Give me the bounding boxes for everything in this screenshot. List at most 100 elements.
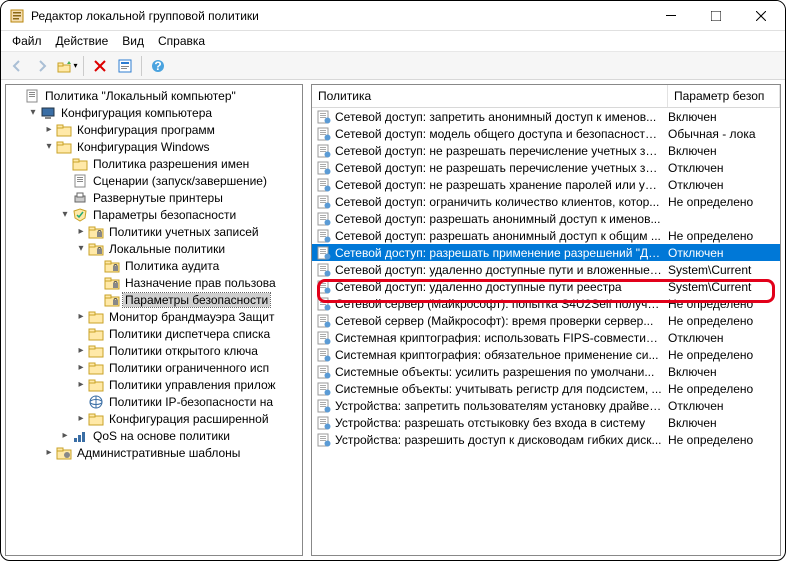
policy-list[interactable]: Сетевой доступ: запретить анонимный дост…: [312, 108, 780, 555]
policy-row[interactable]: Сетевой доступ: не разрешать перечислени…: [312, 159, 780, 176]
policy-row[interactable]: Устройства: разрешать отстыковку без вхо…: [312, 414, 780, 431]
policy-value: Отключен: [668, 178, 780, 192]
policy-tree[interactable]: Политика "Локальный компьютер" ▾ Конфигура…: [6, 85, 302, 555]
tree-item-label: Политики управления прилож: [107, 378, 278, 392]
expand-toggle-icon[interactable]: ▸: [74, 413, 88, 424]
expand-toggle-icon[interactable]: ▾: [74, 243, 88, 254]
expand-toggle-icon[interactable]: ▸: [74, 345, 88, 356]
close-button[interactable]: [738, 1, 783, 30]
toolbar-separator: [83, 56, 84, 76]
tree-item[interactable]: ▾ Конфигурация Windows: [6, 138, 302, 155]
menu-action[interactable]: Действие: [49, 32, 116, 50]
expand-toggle-icon[interactable]: ▾: [42, 141, 56, 152]
policy-row[interactable]: Сетевой сервер (Майкрософт): время прове…: [312, 312, 780, 329]
policy-name: Сетевой доступ: запретить анонимный дост…: [335, 110, 668, 124]
tree-item[interactable]: ▾Параметры безопасности: [6, 206, 302, 223]
tree-item[interactable]: ▾ Конфигурация компьютера: [6, 104, 302, 121]
policy-row[interactable]: Сетевой доступ: разрешать анонимный дост…: [312, 227, 780, 244]
tree-item[interactable]: ▸Политики учетных записей: [6, 223, 302, 240]
policy-row[interactable]: Устройства: разрешить доступ к дисковода…: [312, 431, 780, 448]
tree-item[interactable]: Назначение прав пользова: [6, 274, 302, 291]
tree-item[interactable]: ▸Конфигурация программ: [6, 121, 302, 138]
policy-icon: [316, 432, 332, 448]
policy-name: Системная криптография: использовать FIP…: [335, 331, 668, 345]
tree-item[interactable]: Политики диспетчера списка: [6, 325, 302, 342]
policy-value: Включен: [668, 365, 780, 379]
policy-icon: [316, 296, 332, 312]
column-value[interactable]: Параметр безоп: [668, 85, 780, 107]
policy-row[interactable]: Сетевой доступ: разрешать применение раз…: [312, 244, 780, 261]
minimize-button[interactable]: [648, 1, 693, 30]
tree-item[interactable]: ▸Конфигурация расширенной: [6, 410, 302, 427]
expand-toggle-icon[interactable]: ▸: [42, 447, 56, 458]
policy-icon: [316, 109, 332, 125]
expand-toggle-icon[interactable]: ▸: [74, 379, 88, 390]
tree-item-icon: [88, 224, 104, 240]
policy-row[interactable]: Сетевой сервер (Майкрософт): попытка S4U…: [312, 295, 780, 312]
policy-row[interactable]: Системные объекты: учитывать регистр для…: [312, 380, 780, 397]
tree-item[interactable]: Развернутые принтеры: [6, 189, 302, 206]
menu-help[interactable]: Справка: [151, 32, 212, 50]
tree-item-label: Конфигурация Windows: [75, 140, 212, 154]
tree-item[interactable]: Политика разрешения имен: [6, 155, 302, 172]
tree-item[interactable]: Политика "Локальный компьютер": [6, 87, 302, 104]
policy-row[interactable]: Сетевой доступ: удаленно доступные пути …: [312, 278, 780, 295]
list-pane: Политика Параметр безоп Сетевой доступ: …: [311, 84, 781, 556]
policy-row[interactable]: Сетевой доступ: модель общего доступа и …: [312, 125, 780, 142]
expand-toggle-icon[interactable]: ▾: [58, 209, 72, 220]
policy-row[interactable]: Сетевой доступ: запретить анонимный дост…: [312, 108, 780, 125]
policy-row[interactable]: Системные объекты: усилить разрешения по…: [312, 363, 780, 380]
policy-icon: [316, 245, 332, 261]
expand-toggle-icon[interactable]: ▸: [74, 311, 88, 322]
tree-item[interactable]: ▸Политики открытого ключа: [6, 342, 302, 359]
policy-row[interactable]: Сетевой доступ: ограничить количество кл…: [312, 193, 780, 210]
tree-item-icon: [72, 428, 88, 444]
policy-name: Системная криптография: обязательное при…: [335, 348, 668, 362]
delete-button[interactable]: [88, 54, 112, 78]
policy-row[interactable]: Сетевой доступ: разрешать анонимный дост…: [312, 210, 780, 227]
expand-toggle-icon[interactable]: ▾: [26, 107, 40, 118]
policy-value: Включен: [668, 110, 780, 124]
tree-item[interactable]: Сценарии (запуск/завершение): [6, 172, 302, 189]
client-area: Политика "Локальный компьютер" ▾ Конфигура…: [1, 80, 785, 560]
tree-item[interactable]: Параметры безопасности: [6, 291, 302, 308]
tree-item[interactable]: ▾Локальные политики: [6, 240, 302, 257]
policy-row[interactable]: Системная криптография: обязательное при…: [312, 346, 780, 363]
menu-view[interactable]: Вид: [115, 32, 151, 50]
menu-file[interactable]: Файл: [5, 32, 49, 50]
policy-value: Не определено: [668, 382, 780, 396]
tree-item[interactable]: Политики IP-безопасности на: [6, 393, 302, 410]
policy-row[interactable]: Системная криптография: использовать FIP…: [312, 329, 780, 346]
expand-toggle-icon[interactable]: ▸: [74, 362, 88, 373]
tree-item[interactable]: ▸Политики ограниченного исп: [6, 359, 302, 376]
tree-item[interactable]: ▸Монитор брандмауэра Защит: [6, 308, 302, 325]
tree-item[interactable]: Политика аудита: [6, 257, 302, 274]
properties-button[interactable]: [113, 54, 137, 78]
policy-value: Не определено: [668, 229, 780, 243]
policy-icon: [316, 228, 332, 244]
policy-value: Не определено: [668, 195, 780, 209]
svg-text:?: ?: [154, 59, 161, 73]
back-button[interactable]: [5, 54, 29, 78]
policy-name: Сетевой доступ: ограничить количество кл…: [335, 195, 668, 209]
expand-toggle-icon[interactable]: ▸: [74, 226, 88, 237]
maximize-button[interactable]: [693, 1, 738, 30]
policy-row[interactable]: Устройства: запретить пользователям уста…: [312, 397, 780, 414]
tree-item-icon: [104, 292, 120, 308]
up-button[interactable]: ▾: [55, 54, 79, 78]
policy-row[interactable]: Сетевой доступ: удаленно доступные пути …: [312, 261, 780, 278]
tree-item-label: Конфигурация компьютера: [59, 106, 214, 120]
policy-name: Сетевой доступ: разрешать анонимный дост…: [335, 212, 668, 226]
expand-toggle-icon[interactable]: ▸: [58, 430, 72, 441]
help-button[interactable]: ?: [146, 54, 170, 78]
tree-item[interactable]: ▸Административные шаблоны: [6, 444, 302, 461]
tree-item[interactable]: ▸ Политики управления прилож: [6, 376, 302, 393]
column-policy[interactable]: Политика: [312, 85, 668, 107]
policy-row[interactable]: Сетевой доступ: не разрешать хранение па…: [312, 176, 780, 193]
forward-button[interactable]: [30, 54, 54, 78]
expand-toggle-icon[interactable]: ▸: [42, 124, 56, 135]
tree-pane: Политика "Локальный компьютер" ▾ Конфигура…: [5, 84, 303, 556]
policy-row[interactable]: Сетевой доступ: не разрешать перечислени…: [312, 142, 780, 159]
tree-item[interactable]: ▸QoS на основе политики: [6, 427, 302, 444]
tree-item-icon: [72, 207, 88, 223]
